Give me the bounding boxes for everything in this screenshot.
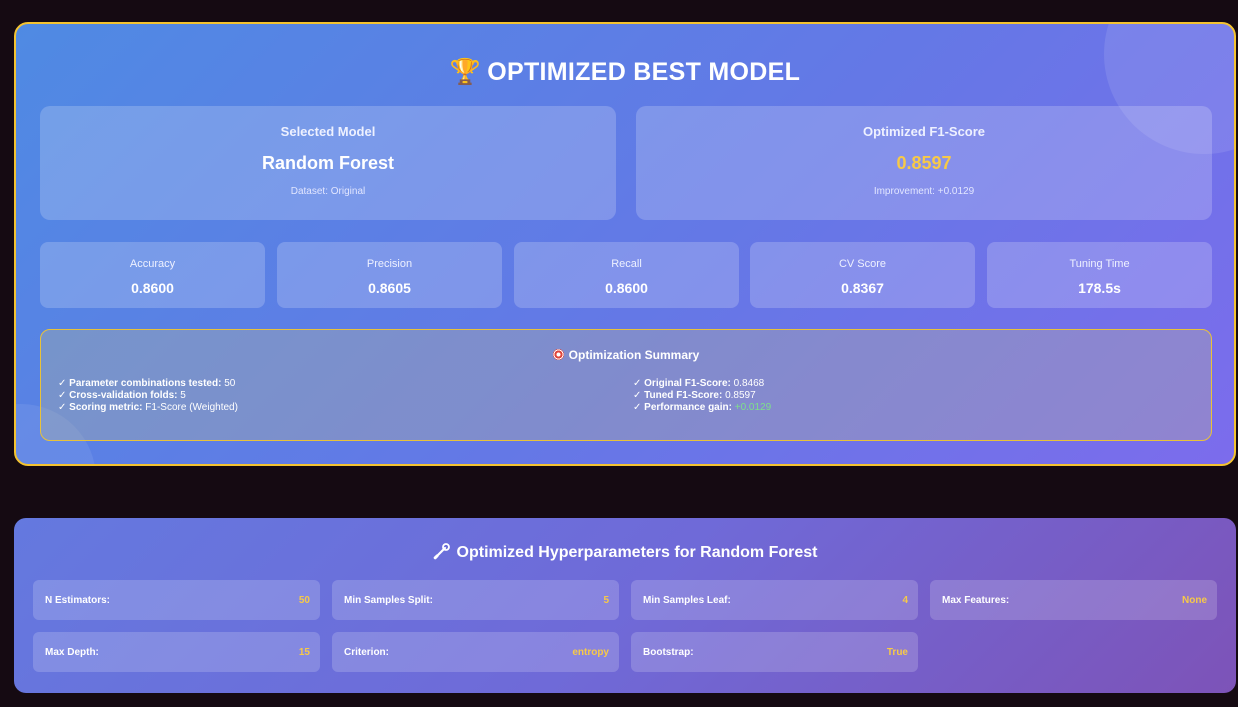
metric-label: CV Score (838, 258, 887, 270)
hp-label: Min Samples Leaf: (643, 594, 731, 606)
summary-key: ✓ Tuned F1-Score: (633, 390, 723, 401)
metric-value: 0.8605 (368, 280, 411, 296)
optimization-summary: Optimization Summary ✓ Parameter combina… (40, 329, 1212, 441)
f1-score-label: Optimized F1-Score (862, 124, 986, 139)
summary-value: 0.8597 (722, 390, 756, 401)
hp-value: True (886, 646, 908, 658)
summary-key: ✓ Scoring metric: (58, 402, 143, 413)
improvement-label: Improvement: +0.0129 (873, 186, 975, 197)
hp-bootstrap: Bootstrap: True (631, 632, 918, 672)
hp-max-features: Max Features: None (930, 580, 1217, 620)
summary-title-text: Optimization Summary (568, 348, 700, 362)
summary-row: ✓ Parameter combinations tested: 50 (58, 378, 238, 390)
metrics-row: Accuracy 0.8600 Precision 0.8605 Recall … (40, 242, 1212, 308)
summary-key: ✓ Original F1-Score: (633, 378, 731, 389)
trophy-icon: 🏆 (449, 58, 482, 86)
f1-score-value: 0.8597 (896, 153, 952, 173)
metric-precision: Precision 0.8605 (277, 242, 502, 308)
hp-label: N Estimators: (45, 594, 111, 606)
hp-max-depth: Max Depth: 15 (33, 632, 320, 672)
hp-value: 15 (298, 646, 310, 658)
hp-label: Max Depth: (45, 646, 99, 658)
hp-n-estimators: N Estimators: 50 (33, 580, 320, 620)
best-model-title-text: OPTIMIZED BEST MODEL (487, 58, 801, 86)
summary-row: ✓ Performance gain: +0.0129 (633, 402, 771, 414)
summary-right-column: ✓ Original F1-Score: 0.8468 ✓ Tuned F1-S… (633, 378, 771, 414)
best-model-card: 🏆 OPTIMIZED BEST MODEL Selected Model Ran… (14, 22, 1236, 466)
hp-min-samples-leaf: Min Samples Leaf: 4 (631, 580, 918, 620)
summary-value: 0.8468 (730, 378, 765, 389)
metric-value: 0.8367 (841, 280, 884, 296)
hp-value: 50 (298, 594, 310, 606)
summary-row: ✓ Scoring metric: F1-Score (Weighted) (58, 402, 238, 414)
hyperparameters-title-text: Optimized Hyperparameters for Random For… (456, 544, 818, 561)
summary-value: 5 (177, 390, 186, 401)
summary-value: F1-Score (Weighted) (142, 402, 238, 413)
hp-value: 4 (902, 594, 908, 606)
hyperparameters-card: Optimized Hyperparameters for Random For… (14, 518, 1236, 693)
metric-recall: Recall 0.8600 (514, 242, 739, 308)
performance-gain-value: +0.0129 (731, 402, 772, 413)
wrench-icon (433, 543, 450, 560)
metric-label: Recall (611, 258, 642, 270)
summary-key: ✓ Performance gain: (633, 402, 732, 413)
hp-label: Max Features: (942, 594, 1010, 606)
hp-criterion: Criterion: entropy (332, 632, 619, 672)
summary-title: Optimization Summary (41, 348, 1211, 362)
summary-row: ✓ Original F1-Score: 0.8468 (633, 378, 771, 390)
hp-value: None (1182, 594, 1207, 606)
metric-value: 0.8600 (605, 280, 648, 296)
summary-left-column: ✓ Parameter combinations tested: 50 ✓ Cr… (58, 378, 238, 414)
metric-label: Precision (366, 258, 413, 270)
metric-value: 178.5s (1078, 280, 1121, 296)
metric-value: 0.8600 (131, 280, 174, 296)
summary-key: ✓ Parameter combinations tested: (58, 378, 222, 389)
summary-key: ✓ Cross-validation folds: (58, 390, 178, 401)
selected-model-label: Selected Model (280, 124, 376, 139)
hp-value: entropy (572, 646, 609, 658)
hp-value: 5 (603, 594, 609, 606)
hp-label: Bootstrap: (643, 646, 694, 658)
selected-model-panel: Selected Model Random Forest Dataset: Or… (40, 106, 616, 220)
hyperparameters-title: Optimized Hyperparameters for Random For… (14, 542, 1236, 562)
selected-model-value: Random Forest (261, 153, 394, 173)
target-icon (552, 349, 564, 360)
hp-label: Min Samples Split: (344, 594, 433, 606)
best-model-title: 🏆 OPTIMIZED BEST MODEL (16, 58, 1234, 87)
hp-label: Criterion: (344, 646, 389, 658)
summary-row: ✓ Tuned F1-Score: 0.8597 (633, 390, 771, 402)
summary-value: 50 (221, 378, 236, 389)
metric-tuning-time: Tuning Time 178.5s (987, 242, 1212, 308)
metric-cv-score: CV Score 0.8367 (750, 242, 975, 308)
hp-min-samples-split: Min Samples Split: 5 (332, 580, 619, 620)
metric-accuracy: Accuracy 0.8600 (40, 242, 265, 308)
f1-score-panel: Optimized F1-Score 0.8597 Improvement: +… (636, 106, 1212, 220)
dataset-label: Dataset: Original (290, 186, 366, 197)
summary-row: ✓ Cross-validation folds: 5 (58, 390, 238, 402)
metric-label: Tuning Time (1069, 258, 1130, 270)
metric-label: Accuracy (129, 258, 176, 270)
